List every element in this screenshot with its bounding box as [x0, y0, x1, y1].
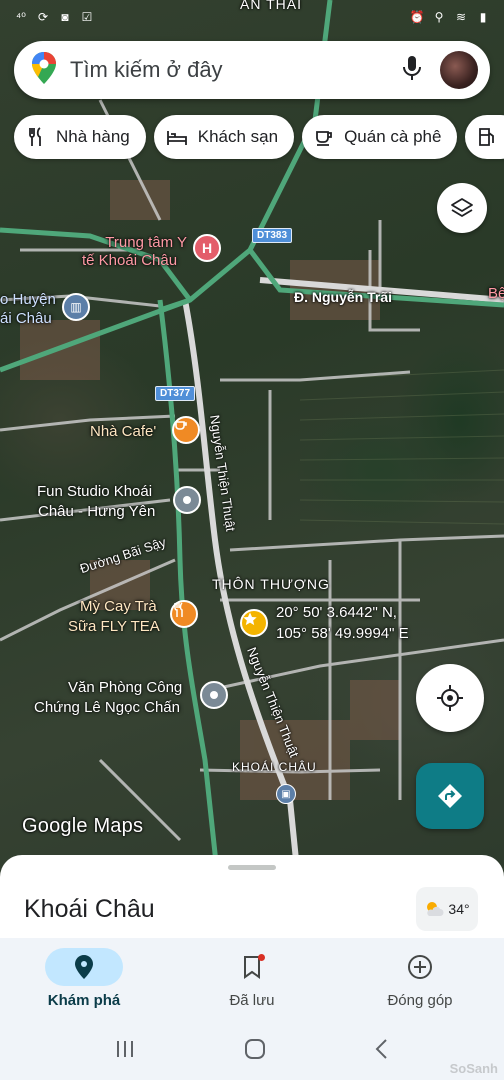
museum-pin-icon[interactable]: ▥	[62, 293, 90, 321]
nav-label: Đã lưu	[229, 992, 275, 1009]
maps-pin-logo-icon	[32, 51, 56, 89]
layers-button[interactable]	[437, 183, 487, 233]
restaurant-pin-icon[interactable]	[170, 600, 198, 628]
my-location-button[interactable]	[416, 664, 484, 732]
place-label-cafe[interactable]: Nhà Cafe'	[90, 422, 156, 442]
chip-label: Khách sạn	[197, 127, 279, 146]
my-location-icon	[437, 685, 463, 711]
chip-gas[interactable]	[465, 115, 504, 159]
coffee-icon	[316, 131, 332, 146]
bottom-navigation: Khám phá Đã lưu Đóng góp	[0, 938, 504, 1022]
sheet-title: Khoái Châu	[24, 895, 155, 923]
starred-place-icon[interactable]	[240, 609, 268, 637]
chip-label: Nhà hàng	[56, 127, 130, 146]
mic-icon[interactable]	[402, 55, 422, 86]
signal-40-icon: ⁴⁰	[16, 10, 26, 24]
place-label-hospital-line2[interactable]: tế Khoái Châu	[82, 251, 177, 271]
nav-contribute[interactable]: Đóng góp	[336, 938, 504, 1022]
chip-hotels[interactable]: Khách sạn	[153, 115, 295, 159]
watermark-logo: SoSanh	[449, 1061, 498, 1076]
weather-badge[interactable]: 34°	[416, 887, 478, 931]
category-chips: Nhà hàng Khách sạn Quán cà phê	[14, 115, 504, 159]
add-circle-icon	[408, 955, 432, 979]
directions-button[interactable]	[416, 763, 484, 829]
chip-cafes[interactable]: Quán cà phê	[302, 115, 458, 159]
place-label-notary-line2[interactable]: Chứng Lê Ngọc Chấn	[34, 698, 180, 718]
coffee-pin-icon[interactable]	[172, 416, 200, 444]
place-label-restaurant[interactable]: Mỳ Cay Trà	[80, 597, 157, 617]
place-label-studio[interactable]: Fun Studio Khoái	[37, 482, 152, 502]
place-label-hospital[interactable]: Trung tâm Y	[95, 233, 187, 253]
place-label-museum[interactable]: o Huyện	[0, 290, 56, 310]
profile-avatar[interactable]	[440, 51, 478, 89]
place-label-museum-line2[interactable]: ái Châu	[0, 309, 52, 329]
area-label-thon-thuong: THÔN THƯỢNG	[212, 576, 330, 592]
status-bar: ⁴⁰ ⟳ ◙ ☑ ⏰ ⚲ ≋ ▮	[0, 0, 504, 34]
bed-icon	[166, 131, 187, 145]
bus-stop-icon[interactable]: ▣	[276, 784, 296, 804]
home-icon[interactable]	[244, 1038, 266, 1065]
fork-knife-icon	[29, 127, 41, 146]
nav-label: Khám phá	[47, 992, 121, 1009]
place-label-restaurant-line2[interactable]: Sữa FLY TEA	[68, 617, 160, 637]
place-label-studio-line2[interactable]: Châu - Hưng Yên	[38, 502, 155, 522]
coordinates-lng: 105° 58' 49.9994" E	[276, 625, 409, 642]
battery-icon: ▮	[479, 10, 487, 24]
route-shield-dt377: DT377	[155, 386, 196, 401]
nav-explore[interactable]: Khám phá	[0, 938, 168, 1022]
system-navigation	[0, 1022, 504, 1080]
recent-apps-icon[interactable]	[114, 1039, 136, 1064]
search-bar[interactable]: Tìm kiếm ở đây	[14, 41, 490, 99]
notification-dot	[258, 954, 265, 961]
chip-restaurants[interactable]: Nhà hàng	[14, 115, 146, 159]
place-pin-icon[interactable]	[200, 681, 228, 709]
layers-icon	[451, 198, 473, 217]
location-icon: ⚲	[434, 10, 444, 24]
sheet-drag-handle[interactable]	[228, 865, 276, 870]
camera-icon: ◙	[61, 10, 69, 24]
place-label-notary[interactable]: Văn Phòng Công	[68, 678, 182, 698]
nav-label: Đóng góp	[387, 992, 453, 1009]
coordinates-lat: 20° 50' 3.6442" N,	[276, 604, 397, 621]
partly-cloudy-icon	[427, 902, 444, 916]
search-input[interactable]: Tìm kiếm ở đây	[70, 57, 402, 83]
weather-temp: 34°	[448, 901, 470, 917]
place-pin-icon[interactable]	[173, 486, 201, 514]
explore-pin-icon	[75, 955, 93, 979]
hospital-pin-icon[interactable]: H	[193, 234, 221, 262]
road-label-nguyen-trai: Đ. Nguyễn Trãi	[294, 289, 393, 305]
area-label-khoai-chau: KHOÁI CHÂU	[232, 760, 317, 774]
chip-label: Quán cà phê	[344, 127, 442, 146]
nav-icon-wrap	[213, 948, 291, 986]
sync-icon: ⟳	[37, 10, 49, 24]
nav-saved[interactable]: Đã lưu	[168, 938, 336, 1022]
place-label-right-edge: Bệ	[488, 285, 504, 302]
nav-icon-wrap	[45, 948, 123, 986]
box-icon: ☑	[81, 10, 93, 24]
directions-icon	[438, 784, 462, 808]
gas-station-icon	[479, 128, 495, 146]
wifi-icon: ≋	[455, 10, 467, 24]
google-maps-logo: Google Maps	[22, 815, 144, 837]
route-shield-dt383: DT383	[252, 228, 293, 243]
bottom-sheet[interactable]: Khoái Châu 34°	[0, 855, 504, 945]
nav-icon-wrap	[381, 948, 459, 986]
back-icon[interactable]	[374, 1038, 390, 1065]
alarm-icon: ⏰	[409, 10, 425, 24]
